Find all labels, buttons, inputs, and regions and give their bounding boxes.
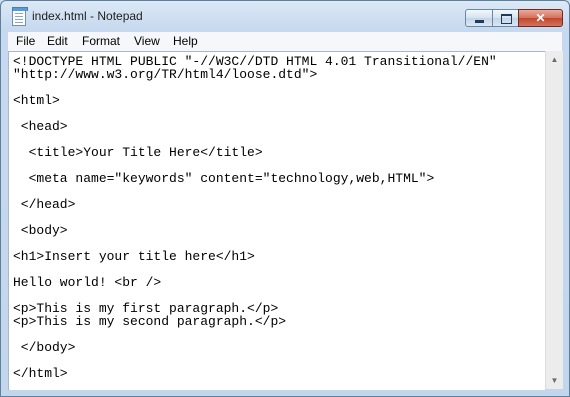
menu-bar: File Edit Format View Help	[8, 32, 562, 52]
text-line: </head>	[13, 197, 76, 212]
text-line: </body>	[13, 340, 76, 355]
text-line: "http://www.w3.org/TR/html4/loose.dtd">	[13, 67, 318, 82]
menu-edit[interactable]: Edit	[47, 34, 68, 48]
text-editor-area[interactable]: <!DOCTYPE HTML PUBLIC "-//W3C//DTD HTML …	[8, 51, 545, 390]
scroll-down-arrow-icon[interactable]: ▼	[546, 372, 563, 389]
menu-help[interactable]: Help	[173, 34, 198, 48]
text-line: Hello world! <br />	[13, 275, 162, 290]
close-icon: ✕	[535, 11, 546, 25]
minimize-icon	[475, 20, 484, 23]
text-line: <meta name="keywords" content="technolog…	[13, 171, 435, 186]
minimize-button[interactable]	[465, 9, 493, 27]
vertical-scrollbar[interactable]: ▲ ▼	[545, 51, 563, 389]
text-line: <body>	[13, 223, 68, 238]
menu-view[interactable]: View	[134, 34, 160, 48]
scroll-up-arrow-icon[interactable]: ▲	[546, 51, 563, 68]
notepad-window: index.html - Notepad ✕ File Edit Format …	[0, 0, 570, 397]
menu-format[interactable]: Format	[82, 34, 120, 48]
menu-file[interactable]: File	[16, 34, 35, 48]
maximize-button[interactable]	[492, 9, 519, 27]
text-line: <html>	[13, 93, 60, 108]
maximize-icon	[501, 14, 512, 24]
notepad-icon[interactable]	[12, 7, 28, 26]
text-line: <head>	[13, 119, 68, 134]
text-line: <h1>Insert your title here</h1>	[13, 249, 255, 264]
window-title: index.html - Notepad	[32, 9, 143, 23]
close-button[interactable]: ✕	[518, 9, 563, 27]
title-bar[interactable]: index.html - Notepad ✕	[1, 1, 569, 31]
text-line: <title>Your Title Here</title>	[13, 145, 263, 160]
text-line: <p>This is my second paragraph.</p>	[13, 314, 287, 329]
text-line: </html>	[13, 366, 68, 381]
